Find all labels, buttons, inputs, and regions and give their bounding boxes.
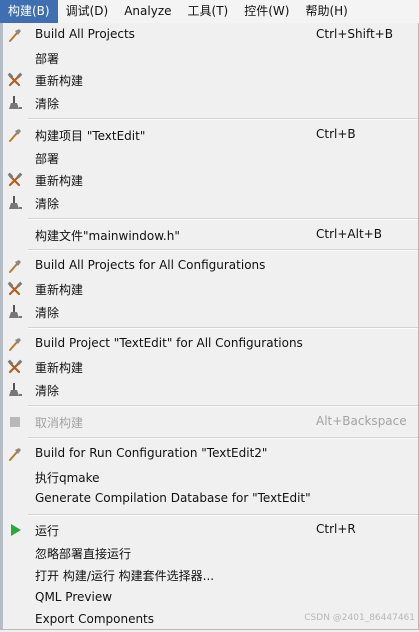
shortcut-label: Ctrl+R	[316, 522, 356, 536]
hammer-icon	[7, 258, 23, 274]
menu-item-deploy-project[interactable]: 部署	[1, 147, 418, 170]
menu-item-label: 打开 构建/运行 构建套件选择器...	[35, 569, 215, 583]
menu-item-clean-all[interactable]: 清除	[1, 92, 418, 115]
menu-item-build-project[interactable]: 构建项目 "TextEdit" Ctrl+B	[1, 124, 418, 147]
menu-separator	[28, 327, 418, 329]
menu-item-rebuild-all[interactable]: 重新构建	[1, 69, 418, 92]
menu-item-build-all[interactable]: Build All Projects Ctrl+Shift+B	[1, 24, 418, 47]
rebuild-icon	[7, 172, 23, 188]
menu-item-label: 清除	[35, 306, 60, 320]
menu-item-clean-all-configs[interactable]: 清除	[1, 301, 418, 324]
menu-item-build-file[interactable]: 构建文件"mainwindow.h" Ctrl+Alt+B	[1, 224, 418, 247]
menu-item-label: 构建文件"mainwindow.h"	[35, 229, 180, 243]
menu-item-run-no-deploy[interactable]: 忽略部署直接运行	[1, 542, 418, 565]
menu-item-label: Export Components	[35, 612, 155, 626]
menu-item-label: 取消构建	[35, 416, 84, 430]
shortcut-label: Ctrl+Alt+B	[316, 227, 382, 241]
menu-item-deploy-all[interactable]: 部署	[1, 47, 418, 70]
menu-item-run-qmake[interactable]: 执行qmake	[1, 466, 418, 489]
menu-item-label: 忽略部署直接运行	[35, 547, 132, 561]
menu-item-label: 重新构建	[35, 361, 84, 375]
menu-item-label: 重新构建	[35, 74, 84, 88]
watermark: CSDN @2401_86447461	[304, 613, 415, 623]
menu-item-label: 清除	[35, 197, 60, 211]
hammer-icon	[7, 446, 23, 462]
menu-tools[interactable]: 工具(T)	[180, 0, 237, 23]
menu-item-label: 重新构建	[35, 174, 84, 188]
menu-item-compilation-db[interactable]: Generate Compilation Database for "TextE…	[1, 488, 418, 511]
menu-item-label: 清除	[35, 97, 60, 111]
menu-item-clean-project-configs[interactable]: 清除	[1, 379, 418, 402]
menu-analyze[interactable]: Analyze	[116, 0, 179, 23]
menu-item-build-all-configs[interactable]: Build All Projects for All Configuration…	[1, 255, 418, 278]
hammer-icon	[7, 336, 23, 352]
menu-debug[interactable]: 调试(D)	[58, 0, 117, 23]
menu-bar: 构建(B) 调试(D) Analyze 工具(T) 控件(W) 帮助(H)	[0, 0, 419, 24]
rebuild-icon	[7, 359, 23, 375]
menu-item-label: 部署	[35, 52, 60, 66]
menu-separator	[28, 218, 418, 220]
menu-item-label: Generate Compilation Database for "TextE…	[35, 491, 311, 505]
menu-item-label: 清除	[35, 384, 60, 398]
clean-icon	[7, 95, 23, 111]
rebuild-icon	[7, 72, 23, 88]
menu-item-cancel-build[interactable]: 取消构建 Alt+Backspace	[1, 411, 418, 434]
menu-item-label: Build Project "TextEdit" for All Configu…	[35, 336, 303, 350]
menu-item-rebuild-project-configs[interactable]: 重新构建	[1, 356, 418, 379]
shortcut-label: Ctrl+Shift+B	[316, 27, 393, 41]
menu-controls[interactable]: 控件(W)	[236, 0, 297, 23]
menu-separator	[28, 249, 418, 251]
menu-build[interactable]: 构建(B)	[0, 0, 58, 23]
menu-item-label: 构建项目 "TextEdit"	[35, 129, 146, 143]
build-dropdown-menu: Build All Projects Ctrl+Shift+B 部署 重新构建 …	[0, 23, 419, 630]
hammer-icon	[7, 27, 23, 43]
run-icon	[7, 522, 23, 538]
menu-separator	[28, 118, 418, 120]
menu-item-run[interactable]: 运行 Ctrl+R	[1, 519, 418, 542]
menu-separator	[28, 405, 418, 407]
menu-item-rebuild-project[interactable]: 重新构建	[1, 169, 418, 192]
menu-item-qml-preview[interactable]: QML Preview	[1, 587, 418, 610]
shortcut-label: Ctrl+B	[316, 127, 356, 141]
menu-item-label: Build for Run Configuration "TextEdit2"	[35, 446, 268, 460]
menu-separator	[28, 437, 418, 439]
clean-icon	[7, 195, 23, 211]
menu-item-clean-project[interactable]: 清除	[1, 192, 418, 215]
menu-item-label: Build All Projects	[35, 27, 135, 41]
menu-item-label: 部署	[35, 152, 60, 166]
hammer-icon	[7, 127, 23, 143]
menu-item-build-run-config[interactable]: Build for Run Configuration "TextEdit2"	[1, 443, 418, 466]
menu-separator	[28, 514, 418, 516]
menu-item-build-project-configs[interactable]: Build Project "TextEdit" for All Configu…	[1, 333, 418, 356]
menu-item-label: 执行qmake	[35, 471, 100, 485]
stop-icon	[7, 414, 23, 430]
menu-item-label: 重新构建	[35, 283, 84, 297]
menu-item-label: Build All Projects for All Configuration…	[35, 258, 266, 272]
menu-item-label: QML Preview	[35, 590, 113, 604]
menu-item-rebuild-all-configs[interactable]: 重新构建	[1, 278, 418, 301]
rebuild-icon	[7, 281, 23, 297]
clean-icon	[7, 382, 23, 398]
menu-help[interactable]: 帮助(H)	[297, 0, 355, 23]
menu-item-kit-selector[interactable]: 打开 构建/运行 构建套件选择器...	[1, 564, 418, 587]
clean-icon	[7, 304, 23, 320]
shortcut-label: Alt+Backspace	[316, 414, 407, 428]
menu-item-label: 运行	[35, 524, 60, 538]
